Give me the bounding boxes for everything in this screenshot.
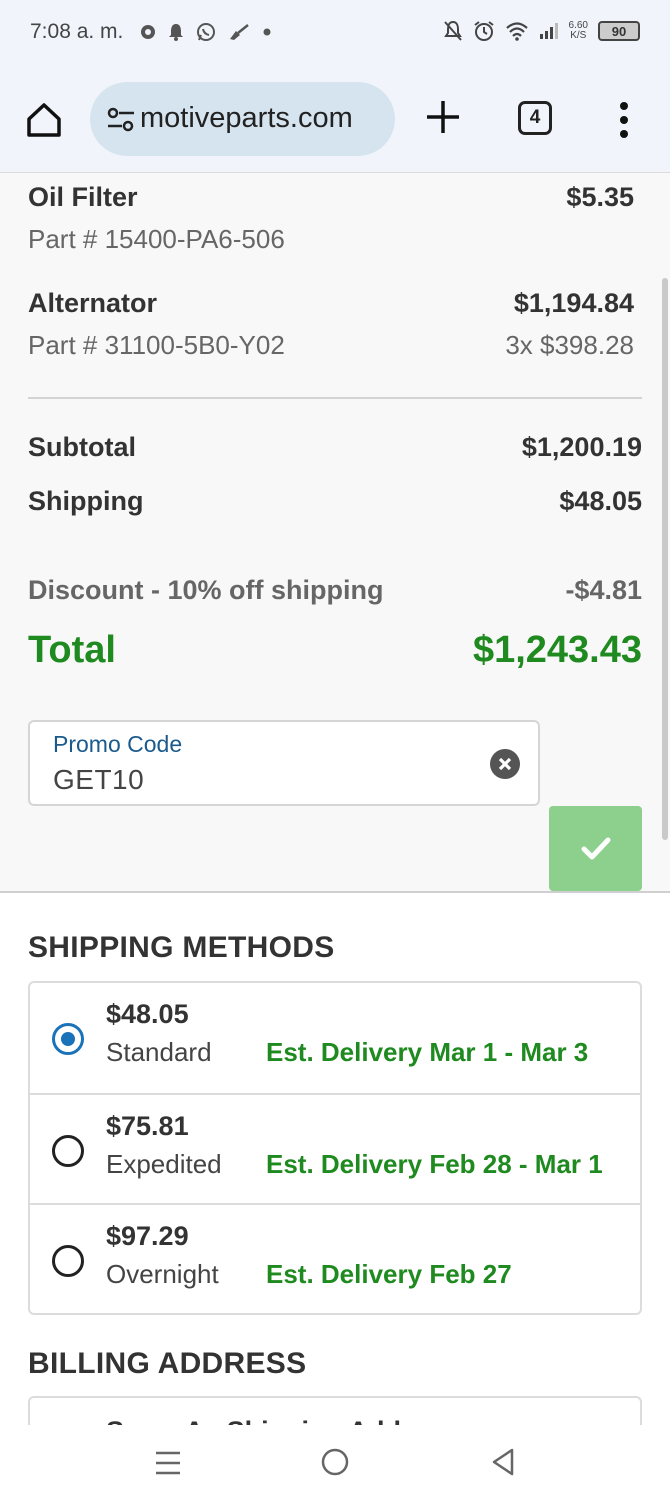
new-tab-plus-icon[interactable] xyxy=(424,98,462,136)
item-part-number: Part # 31100-5B0-Y02 xyxy=(28,330,285,360)
shipping-option-estimate: Est. Delivery Feb 27 xyxy=(266,1259,512,1289)
dot-icon xyxy=(263,28,271,36)
item-name: Oil Filter xyxy=(28,182,138,212)
recents-menu-icon[interactable] xyxy=(153,1449,183,1477)
clear-icon[interactable] xyxy=(490,749,520,779)
shipping-option-estimate: Est. Delivery Feb 28 - Mar 1 xyxy=(266,1149,603,1179)
item-price: $5.35 xyxy=(566,182,634,212)
apply-promo-button[interactable] xyxy=(549,806,642,891)
tab-switcher-button[interactable]: 4 xyxy=(518,101,552,135)
notification-icons xyxy=(140,22,272,42)
shipping-option-overnight[interactable]: $97.29 Overnight Est. Delivery Feb 27 xyxy=(30,1203,640,1313)
promo-code-label: Promo Code xyxy=(53,731,183,757)
back-triangle-icon[interactable] xyxy=(490,1447,516,1477)
site-settings-icon[interactable] xyxy=(106,106,136,134)
shipping-label: Shipping xyxy=(28,486,144,516)
bell-off-icon xyxy=(443,20,462,41)
battery-icon: 90 xyxy=(598,21,640,41)
system-icons: 6.60 K/S 90 xyxy=(443,20,640,42)
order-summary: Oil Filter $5.35 Part # 15400-PA6-506 Al… xyxy=(0,174,670,891)
shipping-value: $48.05 xyxy=(559,486,642,516)
promo-code-input[interactable]: GET10 xyxy=(53,764,144,796)
checkout-options: SHIPPING METHODS $48.05 Standard Est. De… xyxy=(0,891,670,1425)
browser-toolbar: motiveparts.com 4 xyxy=(0,66,670,173)
shipping-option-estimate: Est. Delivery Mar 1 - Mar 3 xyxy=(266,1037,589,1067)
shipping-option-price: $97.29 xyxy=(106,1221,189,1251)
total-value: $1,243.43 xyxy=(472,629,642,671)
signal-icon xyxy=(539,23,558,39)
chrome-notification-icon xyxy=(141,25,155,39)
shipping-option-expedited[interactable]: $75.81 Expedited Est. Delivery Feb 28 - … xyxy=(30,1093,640,1203)
system-navigation-bar xyxy=(0,1425,670,1500)
radio-unselected[interactable] xyxy=(52,1135,84,1167)
item-price: $1,194.84 xyxy=(513,288,634,318)
billing-address-title: BILLING ADDRESS xyxy=(28,1347,307,1380)
shipping-option-name: Overnight xyxy=(106,1259,219,1289)
shipping-option-name: Standard xyxy=(106,1037,212,1067)
shipping-option-standard[interactable]: $48.05 Standard Est. Delivery Mar 1 - Ma… xyxy=(30,983,640,1093)
divider xyxy=(28,397,642,399)
total-label: Total xyxy=(28,629,116,671)
radio-unselected[interactable] xyxy=(52,1245,84,1277)
item-part-number: Part # 15400-PA6-506 xyxy=(28,224,285,254)
shipping-option-price: $48.05 xyxy=(106,999,189,1029)
wifi-icon xyxy=(505,22,528,41)
whatsapp-icon xyxy=(197,23,215,41)
url-text[interactable]: motiveparts.com xyxy=(140,102,353,135)
item-quantity-price: 3x $398.28 xyxy=(505,330,634,360)
subtotal-label: Subtotal xyxy=(28,432,136,462)
scrollbar[interactable] xyxy=(662,278,668,840)
shipping-methods-list: $48.05 Standard Est. Delivery Mar 1 - Ma… xyxy=(28,981,642,1315)
radio-selected[interactable] xyxy=(52,1023,84,1055)
promo-code-field[interactable]: Promo Code GET10 xyxy=(28,720,540,806)
shipping-methods-title: SHIPPING METHODS xyxy=(28,931,335,964)
item-name: Alternator xyxy=(28,288,158,318)
shipping-option-name: Expedited xyxy=(106,1149,222,1179)
subtotal-value: $1,200.19 xyxy=(521,432,642,462)
checkmark-icon xyxy=(581,837,611,860)
home-circle-icon[interactable] xyxy=(320,1447,350,1477)
discount-label: Discount - 10% off shipping xyxy=(28,575,384,605)
network-speed-unit: K/S xyxy=(570,30,587,41)
bell-icon xyxy=(169,24,183,41)
discount-value: -$4.81 xyxy=(565,575,642,605)
home-icon[interactable] xyxy=(24,100,64,140)
address-bar[interactable]: motiveparts.com xyxy=(90,82,395,156)
status-bar: 7:08 a. m. 6.60 K/S 90 xyxy=(0,0,670,66)
status-time: 7:08 a. m. xyxy=(30,20,124,43)
billing-same-as-shipping-option[interactable]: Same As Shipping Address xyxy=(28,1396,642,1425)
broom-icon xyxy=(230,24,249,40)
network-speed: 6.60 K/S xyxy=(569,21,588,41)
shipping-option-price: $75.81 xyxy=(106,1111,189,1141)
alarm-icon xyxy=(473,21,494,41)
page-content: Oil Filter $5.35 Part # 15400-PA6-506 Al… xyxy=(0,174,670,1425)
billing-option-label: Same As Shipping Address xyxy=(106,1416,457,1425)
more-menu-icon[interactable] xyxy=(612,100,636,140)
